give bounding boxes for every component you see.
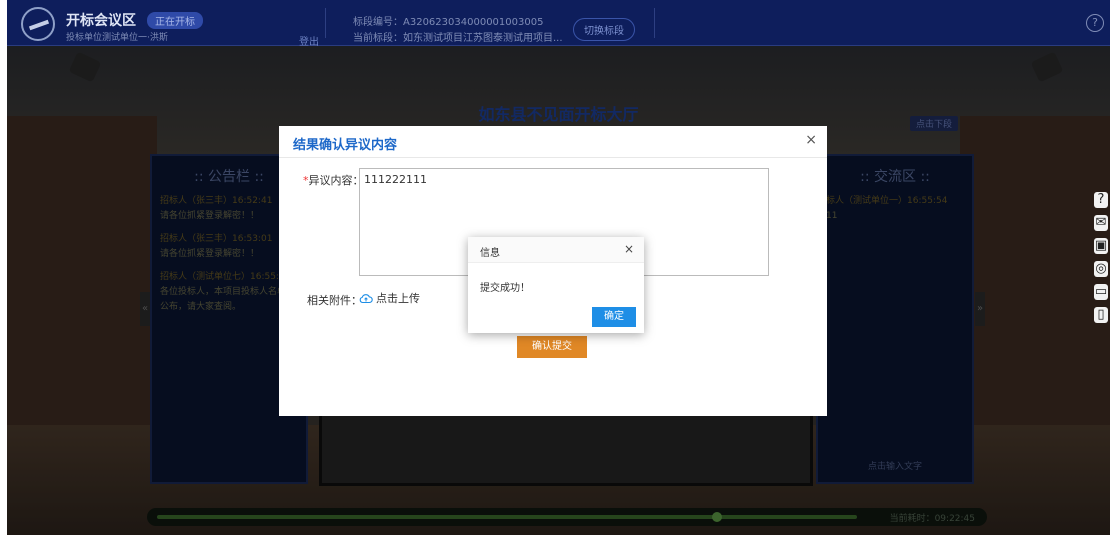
- dialog-title: 结果确认异议内容: [293, 138, 398, 153]
- popup-header: 信息 ×: [468, 237, 644, 263]
- book-icon[interactable]: ▯: [1094, 307, 1108, 323]
- help-icon[interactable]: ?: [1094, 192, 1108, 208]
- popup-title: 信息: [480, 248, 500, 259]
- close-icon[interactable]: ×: [624, 242, 634, 256]
- popup-message: 提交成功！: [480, 283, 530, 294]
- status-badge: 正在开标: [147, 12, 203, 29]
- cloud-upload-icon: [359, 293, 373, 304]
- close-icon[interactable]: ×: [805, 132, 817, 148]
- dialog-header: 结果确认异议内容 ×: [279, 126, 827, 158]
- switch-section-button[interactable]: 切换标段: [573, 18, 635, 41]
- objection-label-text: 异议内容：: [308, 174, 364, 187]
- confirm-submit-button[interactable]: 确认提交: [517, 336, 587, 358]
- objection-label: *异议内容：: [303, 172, 364, 188]
- upload-text: 点击上传: [376, 292, 420, 305]
- right-toolbar: ? ✉ ▣ ◎ ▭ ▯: [1092, 192, 1110, 323]
- logo-icon: [21, 7, 55, 41]
- mail-icon[interactable]: ✉: [1094, 215, 1108, 231]
- current-section: 当前标段：如东测试项目江苏图泰测试用项目...: [353, 33, 563, 44]
- info-popup: 信息 × 提交成功！ 确定: [468, 237, 644, 333]
- header-divider: [325, 8, 326, 38]
- upload-button[interactable]: 点击上传: [359, 290, 420, 306]
- document-icon[interactable]: ▣: [1094, 238, 1108, 254]
- top-header: 开标会议区 正在开标 投标单位测试单位一·洪斯 登出 标段编号：A3206230…: [7, 0, 1110, 48]
- header-divider: [654, 8, 655, 38]
- ok-button[interactable]: 确定: [592, 307, 636, 327]
- header-title: 开标会议区: [66, 13, 136, 29]
- help-icon[interactable]: ?: [1086, 14, 1104, 32]
- logout-link[interactable]: 登出: [299, 33, 319, 48]
- message-icon[interactable]: ▭: [1094, 284, 1108, 300]
- header-user: 投标单位测试单位一·洪斯: [66, 33, 168, 43]
- attachment-label: 相关附件：: [307, 294, 362, 307]
- bid-number: 标段编号：A320623034000001003005: [353, 17, 544, 28]
- chat-icon[interactable]: ◎: [1094, 261, 1108, 277]
